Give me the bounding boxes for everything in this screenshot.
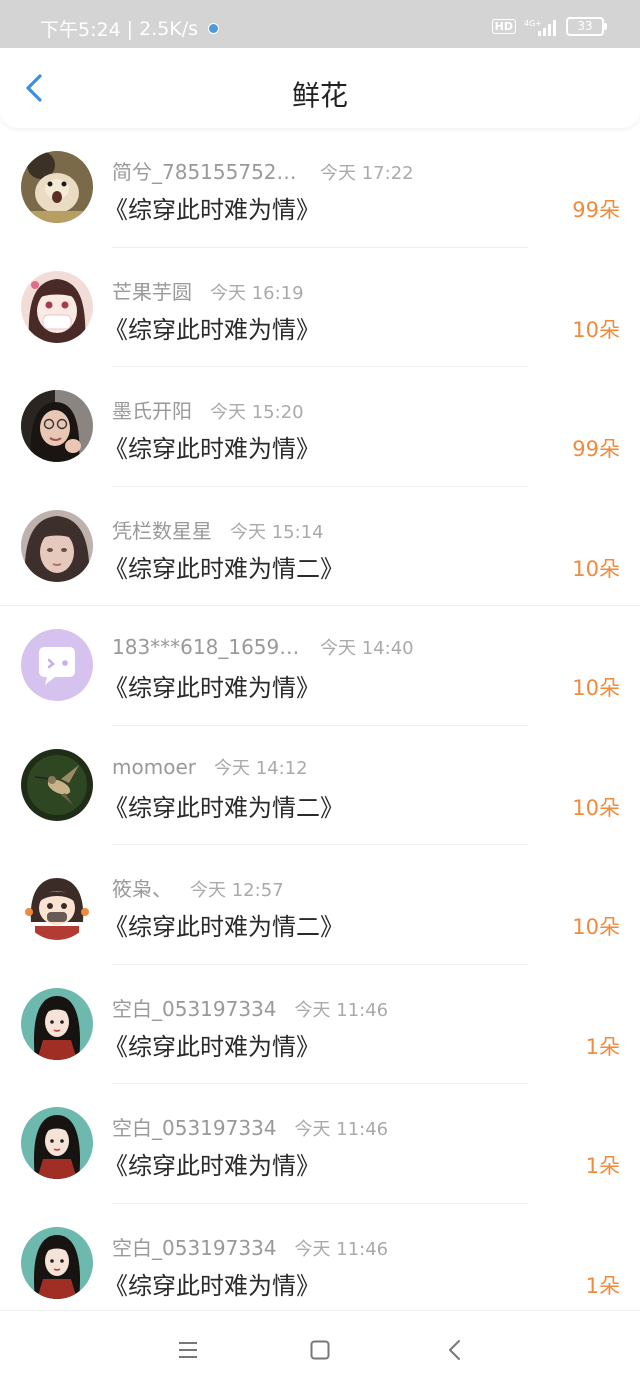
- timestamp: 今天 11:46: [294, 1119, 389, 1140]
- username[interactable]: 凭栏数星星: [112, 515, 212, 544]
- flower-count: 99朵: [572, 198, 620, 222]
- book-title[interactable]: 《综穿此时难为情》: [104, 310, 320, 345]
- flower-count: 10朵: [572, 676, 620, 700]
- book-title[interactable]: 《综穿此时难为情》: [104, 668, 320, 703]
- page-title: 鲜花: [291, 79, 348, 112]
- flower-count: 1朵: [585, 1034, 620, 1059]
- record-meta: 芒果芋圆 今天 16:19: [112, 276, 304, 305]
- status-right: HD 4G+ 33: [491, 17, 607, 36]
- hd-icon: HD: [491, 19, 516, 34]
- anime-girl-avatar-icon: [21, 270, 93, 343]
- username[interactable]: 简兮_7851557522...: [112, 156, 302, 185]
- menu-icon[interactable]: [177, 1339, 199, 1361]
- username[interactable]: 183***618_16592...: [112, 635, 302, 659]
- username[interactable]: 筱枭、: [112, 873, 172, 902]
- flower-record-list: 简兮_7851557522... 今天 17:22 《综穿此时难为情》 99朵 …: [0, 128, 640, 1323]
- header: 鲜花: [0, 48, 640, 128]
- flower-count: 99朵: [572, 437, 620, 461]
- flower-count: 10朵: [572, 556, 620, 581]
- timestamp: 今天 17:22: [320, 163, 414, 184]
- username[interactable]: 空白_053197334: [112, 1112, 277, 1141]
- record-meta: momoer 今天 14:12: [112, 754, 308, 780]
- hamster-avatar-icon: [21, 151, 93, 223]
- timestamp: 今天 11:46: [294, 1238, 389, 1260]
- illustrated-girl-avatar-icon: [21, 987, 93, 1060]
- signal-icon: 4G+: [524, 19, 556, 36]
- list-item[interactable]: 凭栏数星星 今天 15:14 《综穿此时难为情二》 10朵: [0, 487, 640, 607]
- record-meta: 空白_053197334 今天 11:46: [112, 993, 388, 1022]
- flower-count: 1朵: [585, 1273, 620, 1298]
- notification-dot-icon: [208, 23, 220, 34]
- battery-icon: 33: [566, 17, 607, 36]
- photo-girl-avatar-icon: [21, 390, 93, 462]
- hummingbird-avatar-icon: [21, 748, 93, 821]
- illustrated-girl-avatar-icon: [21, 1107, 93, 1179]
- flower-count: 10朵: [572, 317, 620, 342]
- list-item[interactable]: momoer 今天 14:12 《综穿此时难为情二》 10朵: [0, 726, 640, 846]
- username[interactable]: 芒果芋圆: [112, 276, 192, 305]
- illustrated-girl-avatar-icon: [21, 1226, 93, 1299]
- blurry-girl-avatar-icon: [21, 509, 93, 582]
- flower-count: 10朵: [572, 795, 620, 820]
- username[interactable]: 空白_053197334: [112, 993, 277, 1022]
- network-type-label: 4G+: [524, 19, 542, 28]
- list-item[interactable]: 简兮_7851557522... 今天 17:22 《综穿此时难为情》 99朵: [0, 128, 640, 248]
- book-title[interactable]: 《综穿此时难为情》: [104, 1266, 320, 1301]
- record-meta: 空白_053197334 今天 11:46: [112, 1232, 388, 1261]
- record-meta: 简兮_7851557522... 今天 17:22: [112, 156, 414, 185]
- record-meta: 凭栏数星星 今天 15:14: [112, 515, 324, 544]
- list-item[interactable]: 墨氏开阳 今天 15:20 《综穿此时难为情》 99朵: [0, 367, 640, 487]
- flower-count: 1朵: [585, 1154, 620, 1178]
- status-net-speed: 2.5K/s: [139, 17, 199, 40]
- avatar[interactable]: [21, 629, 93, 701]
- avatar[interactable]: [21, 151, 93, 223]
- list-item[interactable]: 183***618_16592... 今天 14:40 《综穿此时难为情》 10…: [0, 606, 640, 726]
- username[interactable]: 空白_053197334: [112, 1232, 277, 1261]
- status-bar: 下午5:24 | 2.5K/s HD 4G+ 33: [0, 0, 640, 48]
- record-meta: 183***618_16592... 今天 14:40: [112, 634, 414, 660]
- record-meta: 空白_053197334 今天 11:46: [112, 1112, 388, 1141]
- avatar[interactable]: [21, 509, 93, 582]
- timestamp: 今天 12:57: [190, 880, 284, 901]
- flower-count: 10朵: [572, 915, 620, 939]
- book-title[interactable]: 《综穿此时难为情二》: [104, 549, 344, 584]
- timestamp: 今天 16:19: [210, 282, 304, 304]
- list-item[interactable]: 空白_053197334 今天 11:46 《综穿此时难为情》 1朵: [0, 965, 640, 1085]
- book-title[interactable]: 《综穿此时难为情》: [104, 1146, 320, 1181]
- book-title[interactable]: 《综穿此时难为情》: [104, 429, 320, 464]
- list-item[interactable]: 芒果芋圆 今天 16:19 《综穿此时难为情》 10朵: [0, 248, 640, 368]
- timestamp: 今天 15:20: [210, 402, 304, 423]
- avatar[interactable]: [21, 868, 93, 940]
- cartoon-girl-avatar-icon: [21, 868, 93, 940]
- username[interactable]: 墨氏开阳: [112, 395, 192, 424]
- book-title[interactable]: 《综穿此时难为情二》: [104, 907, 344, 942]
- timestamp: 今天 14:12: [213, 757, 308, 779]
- username[interactable]: momoer: [112, 755, 196, 779]
- record-meta: 墨氏开阳 今天 15:20: [112, 395, 304, 424]
- timestamp: 今天 14:40: [320, 638, 414, 659]
- status-separator: |: [126, 17, 134, 40]
- avatar[interactable]: [21, 270, 93, 343]
- book-title[interactable]: 《综穿此时难为情》: [104, 1027, 320, 1062]
- avatar[interactable]: [21, 1107, 93, 1179]
- avatar[interactable]: [21, 748, 93, 821]
- status-time: 下午5:24: [40, 19, 121, 41]
- status-left: 下午5:24 | 2.5K/s: [40, 15, 220, 42]
- avatar[interactable]: [21, 390, 93, 462]
- system-nav-bar: [0, 1310, 640, 1388]
- battery-level: 33: [577, 19, 593, 33]
- avatar[interactable]: [21, 987, 93, 1060]
- book-title[interactable]: 《综穿此时难为情二》: [104, 788, 344, 823]
- default-chat-avatar-icon: [21, 629, 93, 701]
- book-title[interactable]: 《综穿此时难为情》: [104, 190, 320, 225]
- back-triangle-icon[interactable]: [444, 1339, 466, 1361]
- list-item[interactable]: 筱枭、 今天 12:57 《综穿此时难为情二》 10朵: [0, 845, 640, 965]
- list-item[interactable]: 空白_053197334 今天 11:46 《综穿此时难为情》 1朵: [0, 1204, 640, 1324]
- square-home-icon[interactable]: [309, 1339, 331, 1361]
- avatar[interactable]: [21, 1226, 93, 1299]
- list-item[interactable]: 空白_053197334 今天 11:46 《综穿此时难为情》 1朵: [0, 1084, 640, 1204]
- timestamp: 今天 11:46: [294, 999, 389, 1021]
- timestamp: 今天 15:14: [230, 521, 324, 543]
- record-meta: 筱枭、 今天 12:57: [112, 873, 284, 902]
